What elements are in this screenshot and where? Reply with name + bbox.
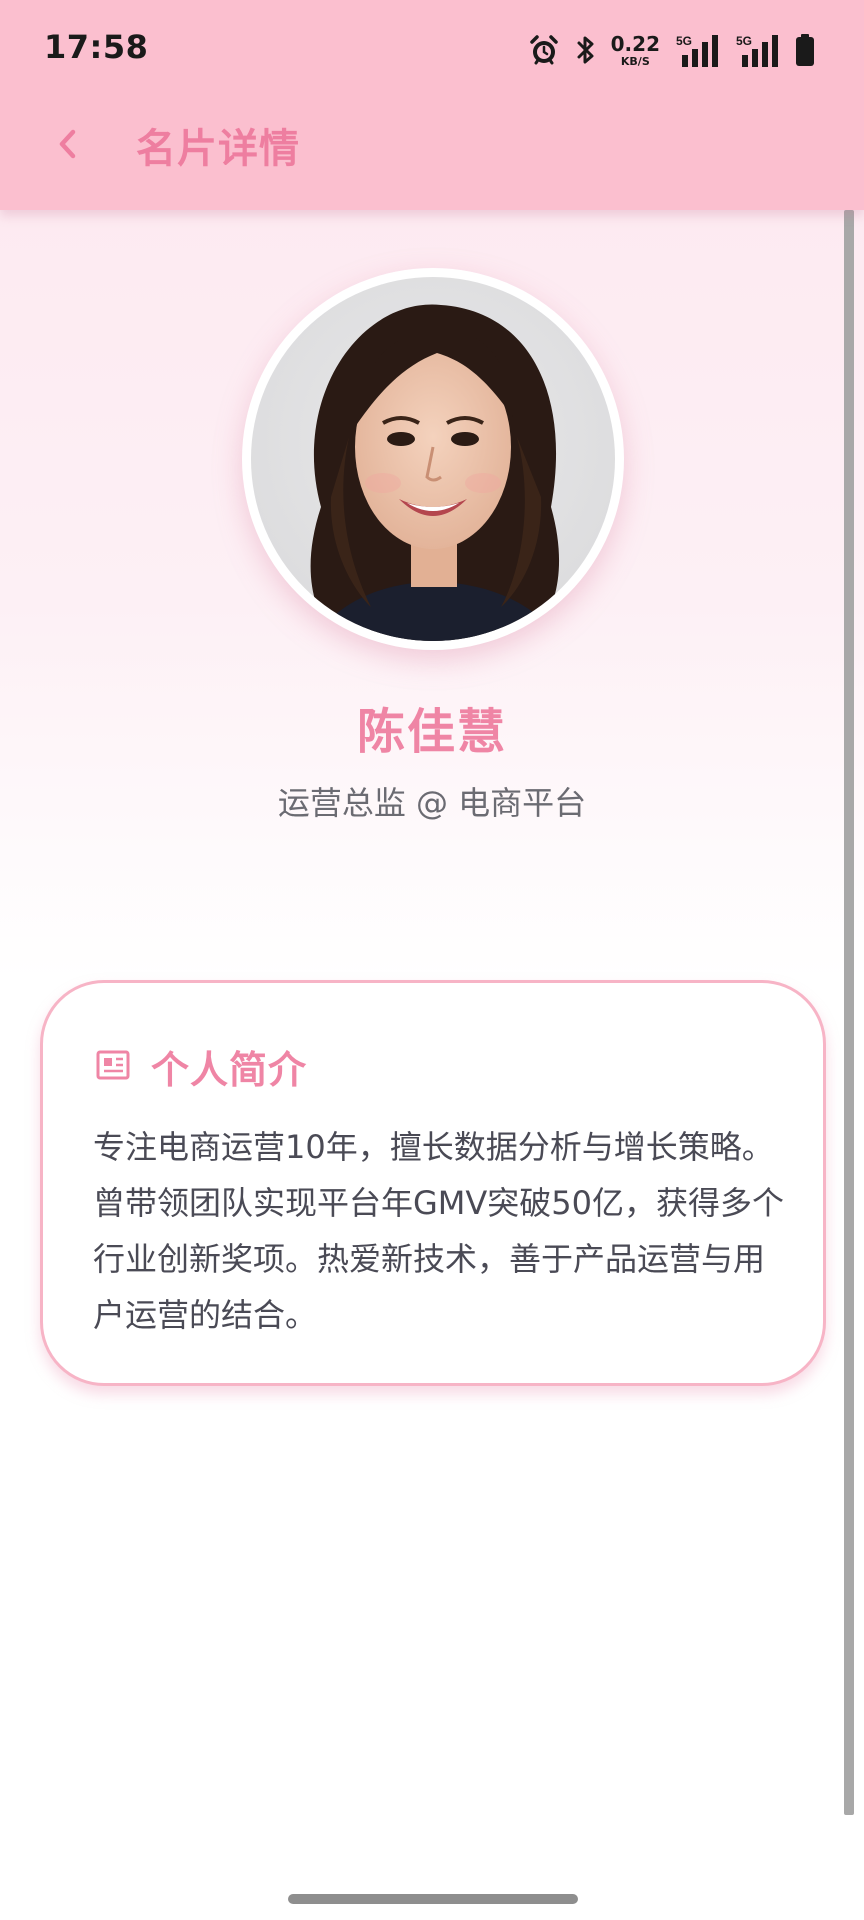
bluetooth-icon bbox=[575, 34, 597, 66]
network-type-label: 5G bbox=[676, 34, 692, 48]
bio-card-header: 个人简介 bbox=[95, 1039, 307, 1094]
screen: 17:58 0.22 KB/S 5G 5G 名片详情 陈佳慧 运营总监 @ 电商… bbox=[0, 0, 864, 1920]
status-icons: 0.22 KB/S 5G 5G bbox=[527, 30, 816, 70]
signal-icon: 5G bbox=[674, 33, 720, 67]
network-speed-unit: KB/S bbox=[620, 54, 650, 68]
alarm-icon bbox=[527, 33, 561, 67]
bio-card: 个人简介 专注电商运营10年，擅长数据分析与增长策略。曾带领团队实现平台年GMV… bbox=[40, 980, 826, 1386]
profile-name: 陈佳慧 bbox=[356, 704, 507, 760]
signal-icon: 5G bbox=[734, 33, 780, 67]
status-bar: 17:58 0.22 KB/S 5G 5G bbox=[0, 0, 864, 100]
bio-card-title: 个人简介 bbox=[151, 1048, 308, 1092]
home-indicator[interactable] bbox=[288, 1894, 578, 1904]
newspaper-icon bbox=[95, 1049, 131, 1085]
battery-icon bbox=[794, 33, 816, 67]
avatar-photo bbox=[251, 277, 615, 641]
app-header: 17:58 0.22 KB/S 5G 5G 名片详情 bbox=[0, 0, 864, 210]
network-speed: 0.22 KB/S bbox=[611, 34, 660, 67]
back-button[interactable] bbox=[40, 118, 96, 174]
chevron-left-icon bbox=[53, 126, 83, 166]
profile-role: 运营总监 @ 电商平台 bbox=[277, 784, 587, 822]
network-type-label: 5G bbox=[736, 34, 752, 48]
network-speed-value: 0.22 bbox=[610, 31, 660, 56]
scrollbar[interactable] bbox=[844, 210, 854, 1815]
avatar bbox=[242, 268, 624, 650]
page-title: 名片详情 bbox=[136, 126, 300, 172]
status-time: 17:58 bbox=[44, 28, 149, 66]
bio-text: 专注电商运营10年，擅长数据分析与增长策略。曾带领团队实现平台年GMV突破50亿… bbox=[93, 1128, 785, 1334]
